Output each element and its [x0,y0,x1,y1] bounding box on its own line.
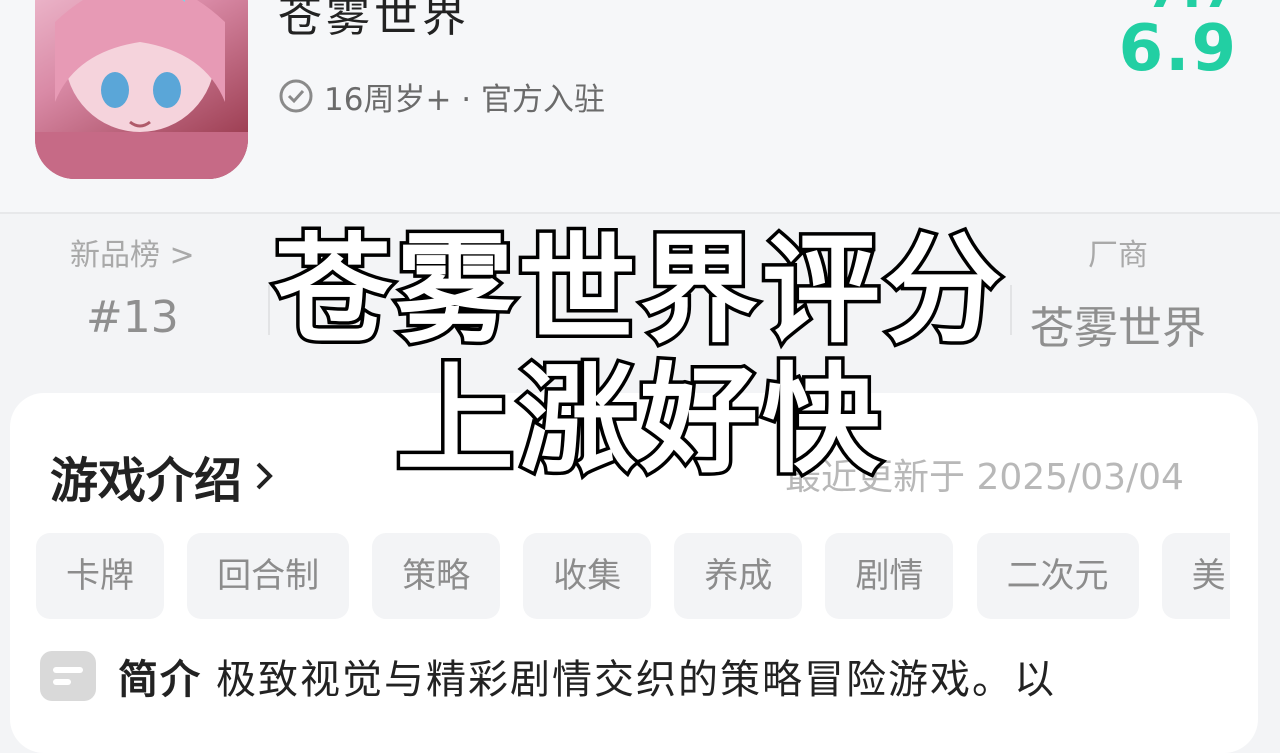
tag-chip[interactable]: 养成 [674,533,803,619]
tag-chip[interactable]: 剧情 [825,533,954,619]
description-row: 简介 极致视觉与精彩剧情交织的策略冒险游戏。以 [40,647,1056,705]
game-intro-title: 游戏介绍 [50,453,243,509]
description-label: 简介 [118,657,202,703]
description-body: 极致视觉与精彩剧情交织的策略冒险游戏。以 [216,657,1056,703]
age-official-text: 16周岁+ · 官方入驻 [324,81,605,118]
tag-list: 卡牌 回合制 策略 收集 养成 剧情 二次元 美 [36,533,1230,619]
video-caption-overlay: 苍雾世界评分 上涨好快 [240,221,1040,489]
tag-chip[interactable]: 二次元 [976,533,1139,619]
caption-line-2: 上涨好快 [392,351,884,489]
character-art-icon [35,0,248,179]
vendor-stat[interactable]: 厂商 苍雾世界 [1030,230,1206,356]
app-icon[interactable] [35,0,248,179]
rating-value: 6.9 [1118,12,1238,86]
rank-label: 新品榜 > [70,238,195,273]
description-icon [40,651,96,701]
tag-chip[interactable]: 美 [1161,533,1230,619]
rank-value: #13 [85,292,179,343]
description-text: 简介 极致视觉与精彩剧情交织的策略冒险游戏。以 [118,647,1056,705]
tag-chip[interactable]: 策略 [372,533,501,619]
verified-check-icon [279,79,313,113]
app-header: 苍雾世界 16周岁+ · 官方入驻 7.7 6.9 [0,0,1280,212]
tag-chip[interactable]: 回合制 [187,533,350,619]
header-divider [0,212,1280,214]
rank-stat[interactable]: 新品榜 > #13 [70,230,195,343]
tag-chip[interactable]: 收集 [523,533,652,619]
caption-line-1: 苍雾世界评分 [270,221,1006,359]
vendor-value: 苍雾世界 [1030,303,1206,354]
tag-chip[interactable]: 卡牌 [36,533,164,619]
vendor-label: 厂商 [1088,238,1148,273]
app-title: 苍雾世界 [278,0,470,42]
app-meta: 16周岁+ · 官方入驻 [278,76,605,118]
